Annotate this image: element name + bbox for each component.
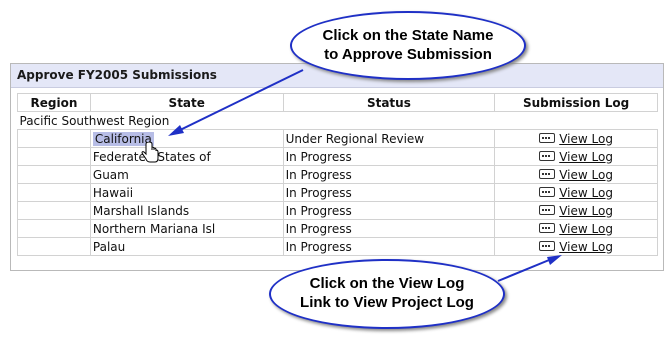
arrow-head-state <box>168 125 184 136</box>
callout-view-log-line1: Click on the View Log <box>309 275 465 292</box>
arrow-to-log <box>497 257 555 282</box>
arrow-to-state <box>175 69 304 133</box>
callout-view-log-line2: Link to View Project Log <box>300 294 474 311</box>
arrow-head-log <box>547 255 562 265</box>
callout-approve: Click on the State Name to Approve Submi… <box>290 11 526 80</box>
callout-view-log: Click on the View Log Link to View Proje… <box>269 259 505 329</box>
callout-approve-line2: to Approve Submission <box>324 46 492 63</box>
callout-approve-line1: Click on the State Name <box>322 27 494 44</box>
